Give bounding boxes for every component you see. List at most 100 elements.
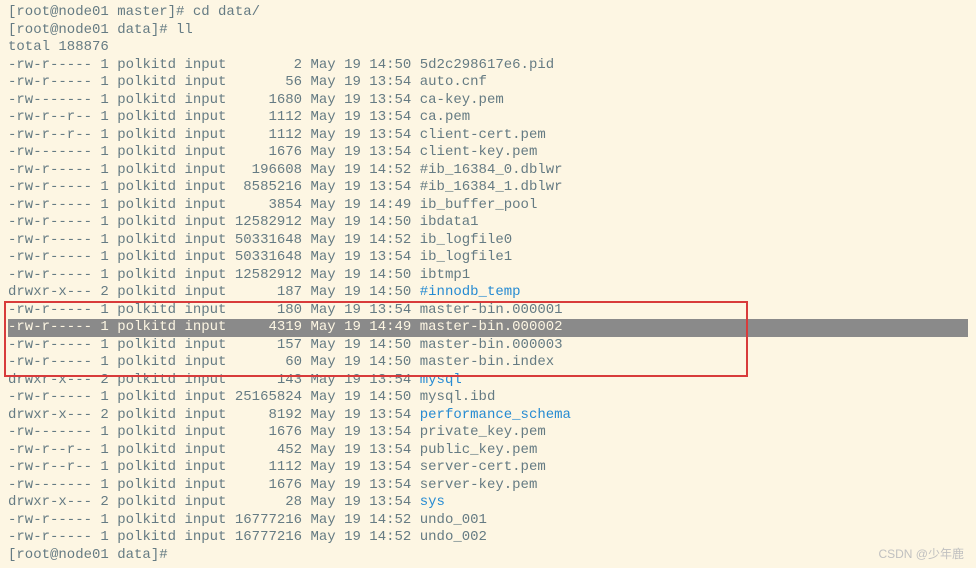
size: 50331648 bbox=[235, 232, 302, 248]
links: 1 bbox=[100, 74, 108, 90]
size: 1676 bbox=[235, 477, 302, 493]
filename: master-bin.index bbox=[420, 354, 554, 370]
group: input bbox=[184, 127, 226, 143]
size: 25165824 bbox=[235, 389, 302, 405]
links: 1 bbox=[100, 57, 108, 73]
perm: -rw------- bbox=[8, 92, 92, 108]
links: 1 bbox=[100, 477, 108, 493]
filename: master-bin.000002 bbox=[420, 319, 563, 335]
perm: -rw-r----- bbox=[8, 57, 92, 73]
filename: undo_001 bbox=[420, 512, 487, 528]
size: 2 bbox=[235, 57, 302, 73]
perm: -rw-r--r-- bbox=[8, 442, 92, 458]
group: input bbox=[184, 214, 226, 230]
watermark: CSDN @少年鹿 bbox=[878, 547, 964, 562]
list-row: -rw-r----- 1 polkitd input 2 May 19 14:5… bbox=[8, 57, 968, 75]
owner: polkitd bbox=[117, 92, 176, 108]
perm: -rw------- bbox=[8, 477, 92, 493]
list-row: -rw-r----- 1 polkitd input 4319 May 19 1… bbox=[8, 319, 968, 337]
links: 1 bbox=[100, 179, 108, 195]
owner: polkitd bbox=[117, 529, 176, 545]
date: May 19 14:52 bbox=[311, 162, 412, 178]
size: 3854 bbox=[235, 197, 302, 213]
group: input bbox=[184, 494, 226, 510]
filename: sys bbox=[420, 494, 445, 510]
perm: -rw-r----- bbox=[8, 389, 92, 405]
owner: polkitd bbox=[117, 249, 176, 265]
filename: #ib_16384_0.dblwr bbox=[420, 162, 563, 178]
perm: -rw-r----- bbox=[8, 267, 92, 283]
perm: drwxr-x--- bbox=[8, 494, 92, 510]
links: 2 bbox=[100, 284, 108, 300]
group: input bbox=[184, 529, 226, 545]
owner: polkitd bbox=[117, 302, 176, 318]
date: May 19 14:50 bbox=[311, 337, 412, 353]
size: 1112 bbox=[235, 127, 302, 143]
links: 1 bbox=[100, 127, 108, 143]
prompt-line: [root@node01 data]# ll bbox=[8, 22, 968, 40]
list-row: drwxr-x--- 2 polkitd input 28 May 19 13:… bbox=[8, 494, 968, 512]
owner: polkitd bbox=[117, 319, 176, 335]
filename: ca.pem bbox=[420, 109, 470, 125]
list-row: drwxr-x--- 2 polkitd input 143 May 19 13… bbox=[8, 372, 968, 390]
links: 1 bbox=[100, 144, 108, 160]
group: input bbox=[184, 232, 226, 248]
group: input bbox=[184, 197, 226, 213]
size: 1676 bbox=[235, 424, 302, 440]
date: May 19 14:50 bbox=[311, 389, 412, 405]
links: 1 bbox=[100, 302, 108, 318]
owner: polkitd bbox=[117, 512, 176, 528]
date: May 19 13:54 bbox=[311, 372, 412, 388]
date: May 19 14:50 bbox=[311, 354, 412, 370]
owner: polkitd bbox=[117, 284, 176, 300]
owner: polkitd bbox=[117, 267, 176, 283]
size: 1112 bbox=[235, 459, 302, 475]
date: May 19 13:54 bbox=[311, 302, 412, 318]
group: input bbox=[184, 162, 226, 178]
group: input bbox=[184, 74, 226, 90]
filename: client-key.pem bbox=[420, 144, 538, 160]
group: input bbox=[184, 372, 226, 388]
list-row: -rw------- 1 polkitd input 1680 May 19 1… bbox=[8, 92, 968, 110]
group: input bbox=[184, 249, 226, 265]
owner: polkitd bbox=[117, 459, 176, 475]
links: 1 bbox=[100, 337, 108, 353]
owner: polkitd bbox=[117, 337, 176, 353]
filename: ib_buffer_pool bbox=[420, 197, 538, 213]
list-row: -rw-r----- 1 polkitd input 157 May 19 14… bbox=[8, 337, 968, 355]
perm: -rw-r----- bbox=[8, 529, 92, 545]
list-row: -rw------- 1 polkitd input 1676 May 19 1… bbox=[8, 477, 968, 495]
group: input bbox=[184, 179, 226, 195]
links: 1 bbox=[100, 267, 108, 283]
list-row: -rw-r----- 1 polkitd input 180 May 19 13… bbox=[8, 302, 968, 320]
date: May 19 14:50 bbox=[311, 214, 412, 230]
date: May 19 13:54 bbox=[311, 494, 412, 510]
filename: undo_002 bbox=[420, 529, 487, 545]
date: May 19 13:54 bbox=[311, 442, 412, 458]
perm: -rw-r----- bbox=[8, 74, 92, 90]
links: 1 bbox=[100, 197, 108, 213]
size: 16777216 bbox=[235, 529, 302, 545]
size: 143 bbox=[235, 372, 302, 388]
perm: drwxr-x--- bbox=[8, 372, 92, 388]
perm: -rw-r----- bbox=[8, 197, 92, 213]
date: May 19 13:54 bbox=[311, 109, 412, 125]
group: input bbox=[184, 424, 226, 440]
list-row: -rw-r----- 1 polkitd input 3854 May 19 1… bbox=[8, 197, 968, 215]
size: 1112 bbox=[235, 109, 302, 125]
date: May 19 14:49 bbox=[311, 197, 412, 213]
size: 12582912 bbox=[235, 267, 302, 283]
owner: polkitd bbox=[117, 407, 176, 423]
group: input bbox=[184, 512, 226, 528]
filename: ib_logfile1 bbox=[420, 249, 512, 265]
perm: -rw-r----- bbox=[8, 354, 92, 370]
size: 50331648 bbox=[235, 249, 302, 265]
owner: polkitd bbox=[117, 494, 176, 510]
owner: polkitd bbox=[117, 197, 176, 213]
owner: polkitd bbox=[117, 477, 176, 493]
list-row: -rw-r----- 1 polkitd input 12582912 May … bbox=[8, 214, 968, 232]
links: 1 bbox=[100, 459, 108, 475]
filename: master-bin.000001 bbox=[420, 302, 563, 318]
size: 4319 bbox=[235, 319, 302, 335]
perm: -rw-r--r-- bbox=[8, 127, 92, 143]
